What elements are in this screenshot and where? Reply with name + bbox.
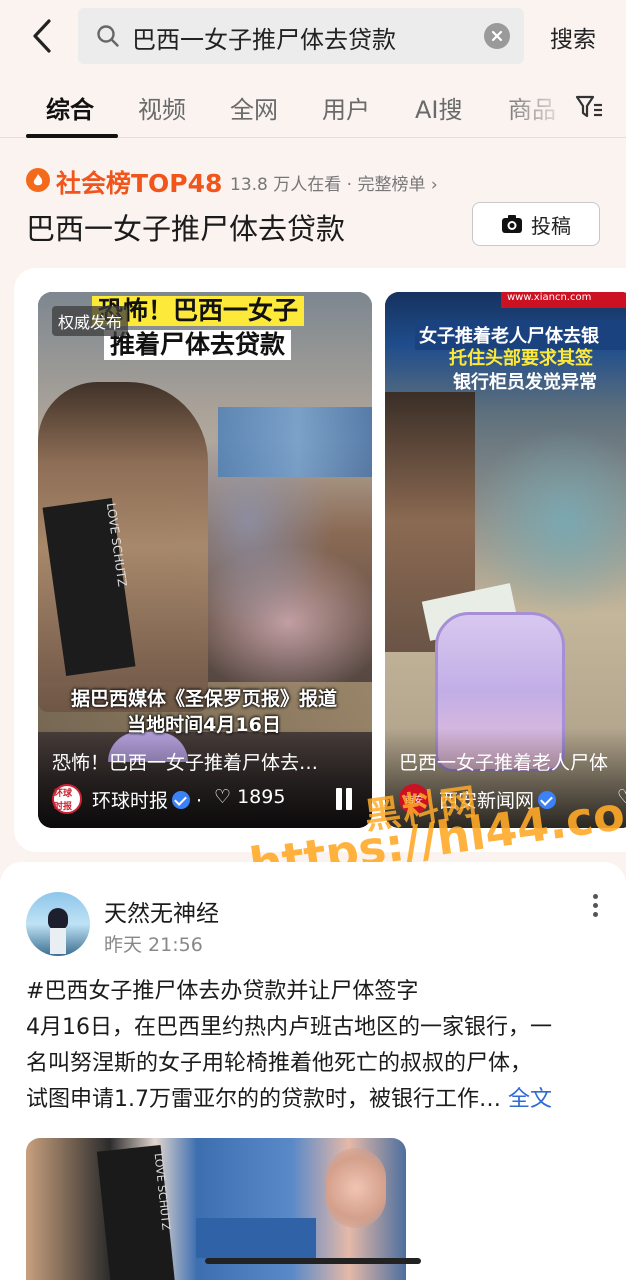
active-tab-indicator [26, 134, 118, 138]
topic-headline: 巴西一女子推尸体去贷款 [26, 212, 346, 246]
source-logo[interactable]: 环球时报 [52, 784, 82, 814]
post-text-line: 4月16日，在巴西里约热内卢班古地区的一家银行，一 [26, 1015, 552, 1040]
tab-users[interactable]: 用户 [322, 90, 370, 125]
tab-web[interactable]: 全网 [230, 90, 278, 125]
authority-badge: 权威发布 [52, 306, 129, 336]
viewers-text: 13.8 万人在看 · 完整榜单 [230, 175, 426, 195]
rank-meta[interactable]: 13.8 万人在看 · 完整榜单 › [230, 170, 438, 195]
author-name[interactable]: 天然无神经 [104, 894, 219, 928]
video-caption-bottom: 推着尸体去贷款 [104, 330, 292, 360]
clear-icon[interactable] [484, 23, 510, 49]
video-title: 巴西一女子推着老人尸体 [399, 752, 609, 774]
like-count[interactable]: ♡ 1895 [214, 786, 285, 808]
camera-icon [502, 215, 522, 233]
home-indicator [205, 1258, 421, 1264]
video-title: 恐怖！巴西一女子推着尸体去… [52, 752, 319, 774]
tab-comprehensive[interactable]: 综合 [46, 90, 94, 125]
result-tabs: 综合 视频 全网 用户 AI搜 商品 [0, 80, 626, 138]
more-options-icon[interactable] [590, 894, 600, 920]
search-input[interactable]: 巴西一女子推尸体去贷款 [78, 8, 524, 64]
post-text-line: 名叫努涅斯的女子用轮椅推着他死亡的叔叔的尸体， [26, 1051, 533, 1076]
pause-icon[interactable] [334, 788, 354, 810]
tab-video[interactable]: 视频 [138, 90, 186, 125]
rank-label[interactable]: 社会榜TOP48 [56, 164, 222, 200]
chevron-right-icon: › [430, 175, 438, 195]
video-subtitle: 据巴西媒体《圣保罗页报》报道 [70, 688, 337, 710]
video-caption-line: 银行柜员发觉异常 [453, 372, 597, 393]
site-banner: www.xiancn.com [501, 292, 626, 308]
full-text-link[interactable]: 全文 [508, 1087, 552, 1112]
post-button[interactable]: 投稿 [472, 202, 600, 246]
filter-icon[interactable] [574, 92, 604, 122]
tabs-fade [500, 80, 570, 136]
video-carousel: LOVE SCHUTZ 恐怖！巴西一女子 推着尸体去贷款 权威发布 据巴西媒体《… [14, 268, 626, 852]
search-button[interactable]: 搜索 [550, 20, 596, 54]
video-caption-line: 托住头部要求其签 [449, 348, 593, 369]
search-query: 巴西一女子推尸体去贷款 [132, 26, 396, 54]
heart-icon: ♡ [214, 786, 232, 808]
post-body[interactable]: #巴西女子推尸体去办贷款并让尸体签字 4月16日，在巴西里约热内卢班古地区的一家… [26, 974, 602, 1118]
verified-icon [172, 791, 191, 809]
post-time: 昨天 21:56 [104, 934, 203, 956]
tab-ai-search[interactable]: AI搜 [415, 90, 463, 125]
post-card: 天然无神经 昨天 21:56 #巴西女子推尸体去办贷款并让尸体签字 4月16日，… [0, 862, 626, 1280]
video-source[interactable]: 环球时报 · [92, 786, 202, 813]
flame-icon [26, 168, 50, 192]
back-button[interactable] [22, 14, 62, 58]
post-button-label: 投稿 [531, 213, 571, 238]
video-card[interactable]: LOVE SCHUTZ 恐怖！巴西一女子 推着尸体去贷款 权威发布 据巴西媒体《… [38, 292, 372, 828]
video-card[interactable]: www.xiancn.com 女子推着老人尸体去银 托住头部要求其签 银行柜员发… [385, 292, 626, 828]
chevron-left-icon [33, 19, 51, 53]
post-text-line: 试图申请1.7万雷亚尔的的贷款时，被银行工作… 全文 [26, 1087, 553, 1112]
search-icon [97, 25, 119, 47]
top-bar: 巴西一女子推尸体去贷款 搜索 [0, 0, 626, 72]
avatar[interactable] [26, 892, 90, 956]
post-text-line: #巴西女子推尸体去办贷款并让尸体签字 [26, 979, 419, 1004]
